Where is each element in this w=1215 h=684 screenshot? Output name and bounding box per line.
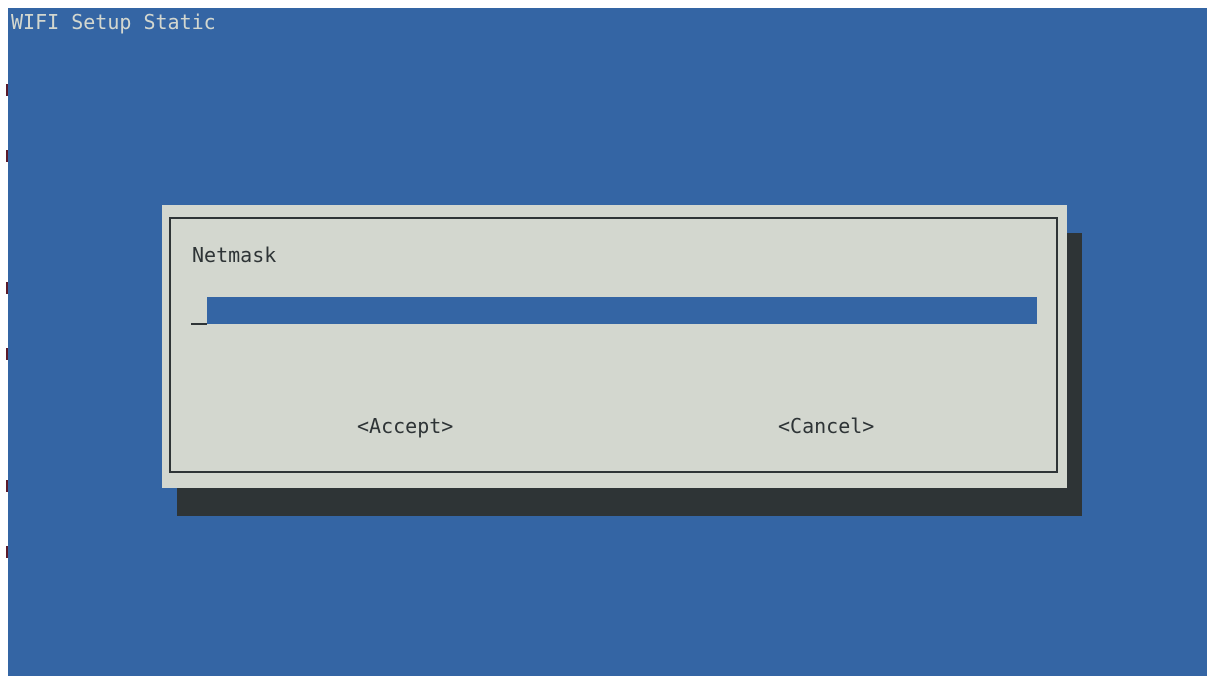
dialog-frame — [169, 217, 1058, 473]
netmask-label: Netmask — [192, 243, 277, 267]
accept-button[interactable]: <Accept> — [357, 413, 453, 439]
netmask-input-row[interactable] — [191, 297, 1037, 325]
window-title: WIFI Setup Static — [11, 10, 216, 34]
text-cursor — [191, 323, 207, 325]
left-gutter — [0, 8, 8, 676]
cancel-button[interactable]: <Cancel> — [778, 413, 874, 439]
netmask-input[interactable] — [207, 297, 1037, 324]
terminal-screen: WIFI Setup Static Netmask <Accept> <Canc… — [8, 8, 1207, 676]
netmask-dialog: Netmask <Accept> <Cancel> — [162, 205, 1067, 488]
